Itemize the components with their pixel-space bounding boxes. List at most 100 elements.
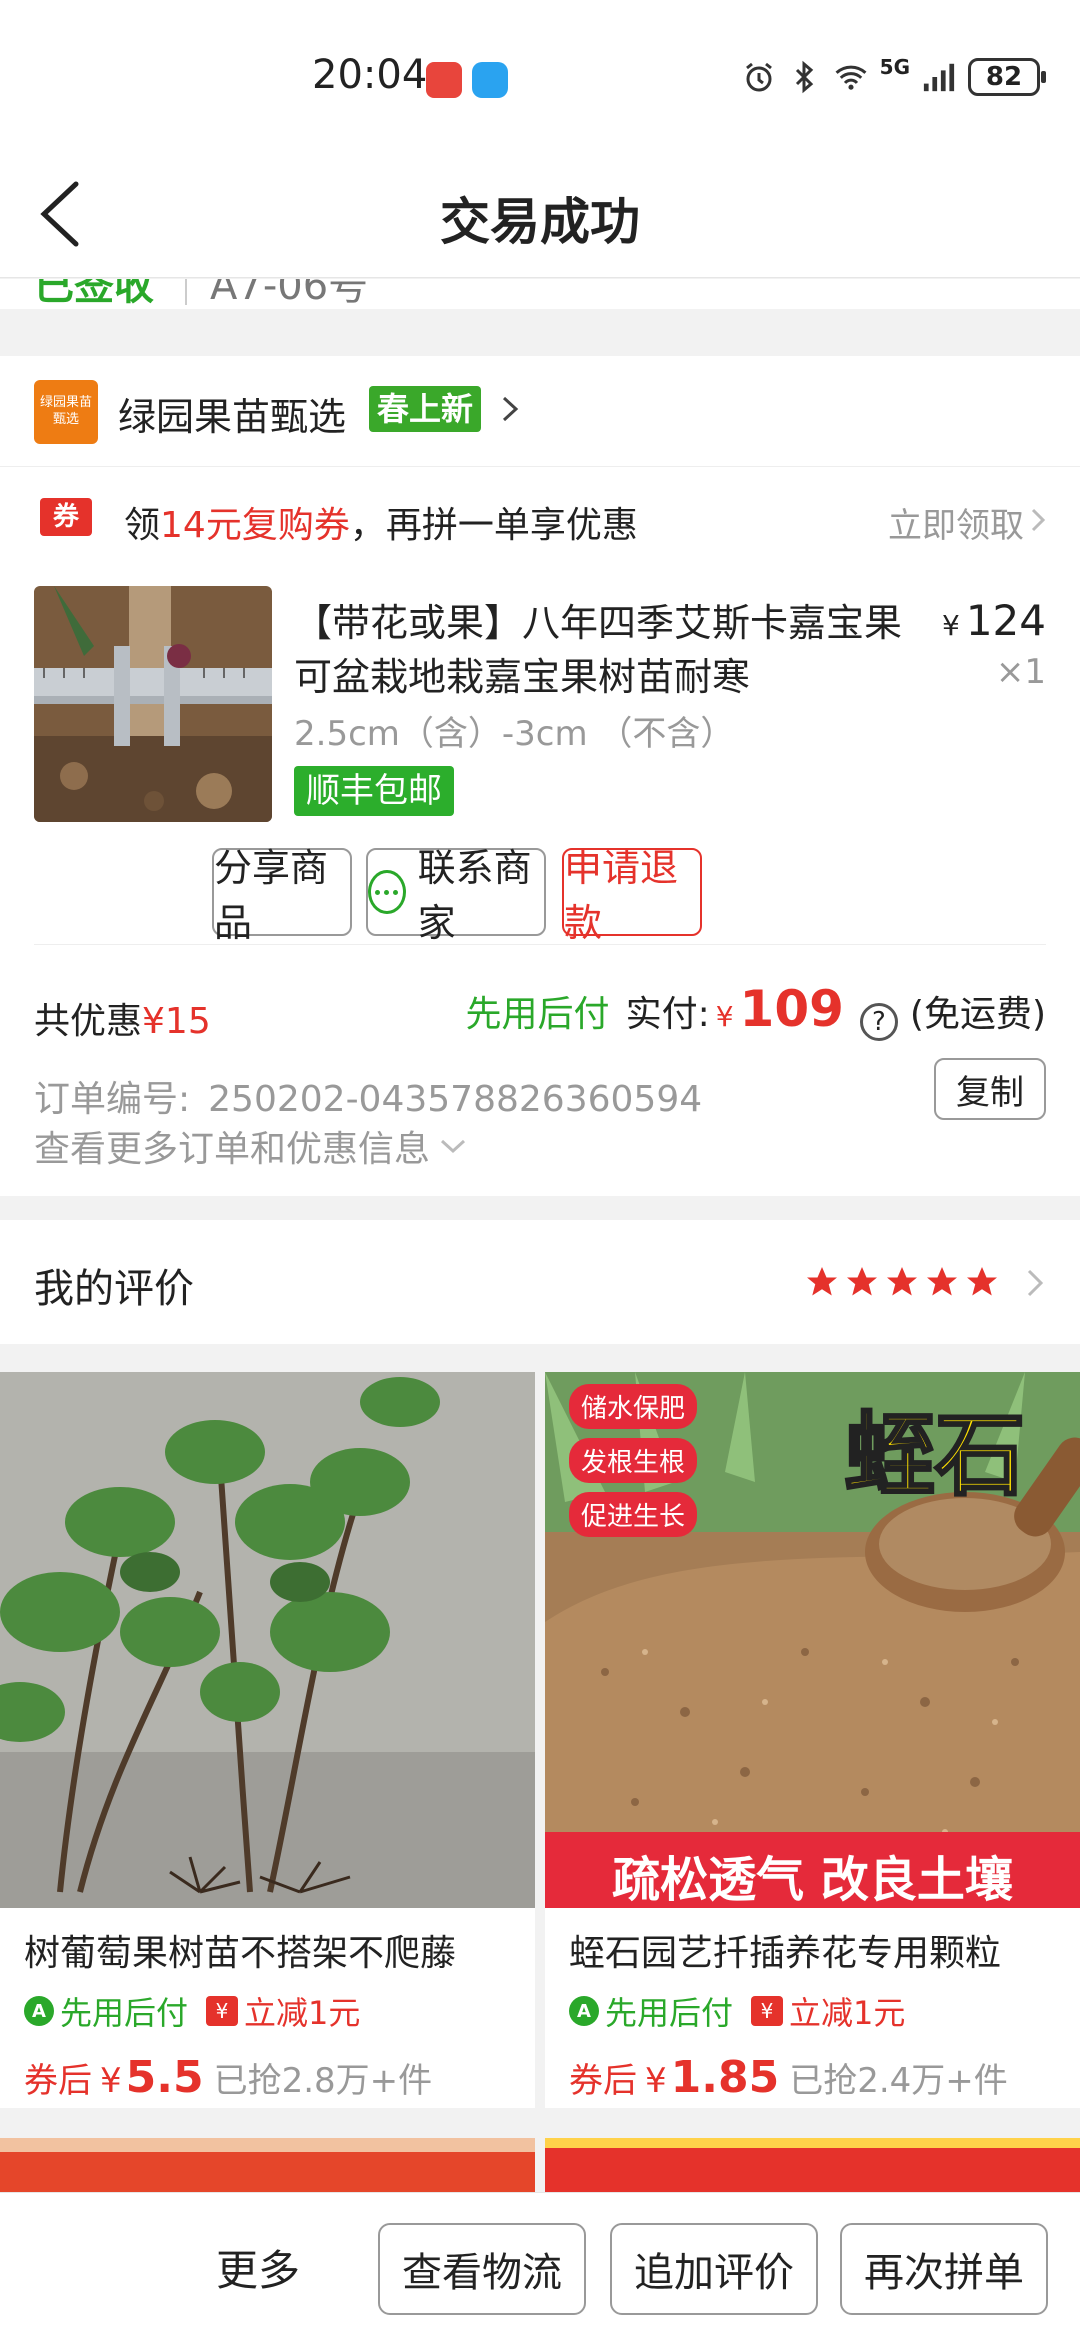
delivery-status: 已签收 [34,279,154,309]
recommendation-price: 券后 ¥5.5 已抢2.8万+件 [24,2052,432,2103]
price-prefix: 券后 [569,2061,637,2101]
total-discount: 共优惠¥15 [34,992,211,1044]
chevron-right-icon [502,396,519,422]
recommendation-title: 蛭石园艺扦插养花专用颗粒 [569,1933,1002,1974]
claim-coupon-button[interactable]: 立即领取 [888,498,1024,547]
logistics-strip[interactable]: 已签收 A7-06号 [0,279,1080,309]
sold-count: 已抢2.8万+件 [213,2061,433,2101]
bluetooth-icon [788,60,822,94]
order-number: 订单编号: 250202-043578826360594 [34,1070,702,1122]
pay-later-icon: A [24,1996,54,2026]
contact-label: 联系商家 [417,846,532,945]
pay-later-tag: A 先用后付 [569,1988,733,2034]
shop-row[interactable]: 绿园果苗甄选 绿园果苗甄选 春上新 [0,356,1080,466]
paid-amount: 109 [739,980,844,1038]
product-image[interactable] [0,1372,535,1908]
pay-later-icon: A [569,1996,599,2026]
coupon-icon: ¥ [751,1996,784,2026]
paid-label: 实付: [625,994,710,1035]
coupon-amount: 14元复购券 [160,505,350,546]
my-review-row[interactable]: 我的评价 [0,1220,1080,1344]
share-label: 分享商品 [214,846,329,945]
currency-symbol: ¥ [100,2061,122,2101]
coupon-row[interactable]: 券 领14元复购券，再拼一单享优惠 立即领取 [0,466,1080,566]
product-item[interactable]: 【带花或果】八年四季艾斯卡嘉宝果可盆栽地栽嘉宝果树苗耐寒 ¥124 ×1 2.5… [0,566,1080,826]
refund-label: 申请退款 [564,846,679,945]
chevron-right-icon [1031,508,1046,532]
product-pill: 储水保肥 [569,1384,698,1429]
order-number-row: 订单编号: 250202-043578826360594 复制 [0,1056,1080,1126]
more-order-info-link[interactable]: 查看更多订单和优惠信息 [34,1120,468,1172]
contact-seller-button[interactable]: 联系商家 [366,846,546,945]
page-title: 交易成功 [440,193,640,251]
divider [34,944,1046,945]
price-value: 1.85 [670,2052,780,2103]
pay-later-label: 先用后付 [465,994,610,1035]
chevron-down-icon [441,1139,466,1154]
recommendation-tags: A 先用后付 ¥ 立减1元 [569,1988,905,2034]
request-refund-button[interactable]: 申请退款 [562,846,702,945]
recommendation-grid: 树葡萄果树苗不搭架不爬藤 A 先用后付 ¥ 立减1元 券后 ¥5.5 已抢2.8万+件 … [0,1372,1080,2198]
wifi-icon [834,60,868,94]
bottom-action-bar: 更多 查看物流 追加评价 再次拼单 [0,2192,1080,2340]
paid-amount-group: 先用后付 实付: ¥ 109 ? (免运费) [465,980,1046,1041]
recommendation-card-peek[interactable] [0,2138,535,2198]
recommendation-tags: A 先用后付 ¥ 立减1元 [24,1988,360,2034]
more-info-label: 查看更多订单和优惠信息 [34,1129,431,1170]
discount-value: ¥15 [142,1001,211,1042]
locker-number: A7-06号 [210,279,369,309]
signal-icon [922,60,956,94]
product-image[interactable]: 蛭石 储水保肥 发根生根 促进生长 疏松透气 改良土壤 [545,1372,1080,1908]
currency-symbol: ¥ [942,609,960,642]
tag-label: 立减1元 [789,1994,906,2032]
product-banner-title: 蛭石 [844,1402,1027,1510]
price-value: 5.5 [125,2052,204,2103]
coupon-icon: 券 [40,498,92,536]
tag-label: 先用后付 [60,1994,189,2032]
recommendation-price: 券后 ¥1.85 已抢2.4万+件 [569,2052,1008,2103]
star-icon [807,1267,837,1296]
nav-bar: 交易成功 [0,150,1080,278]
product-quantity: ×1 [995,652,1046,692]
order-number-value: 250202-043578826360594 [208,1079,703,1120]
coupon-icon: ¥ [206,1996,239,2026]
discount-label: 共优惠 [34,1001,143,1042]
review-label: 我的评价 [34,1266,194,1312]
shop-logo: 绿园果苗甄选 [34,380,98,444]
star-icon [887,1267,917,1296]
star-icon [967,1267,997,1296]
order-number-label: 订单编号: [34,1079,191,1120]
rating-stars [804,1264,1000,1300]
shipping-note: (免运费) [909,994,1046,1035]
more-button[interactable]: 更多 [216,2237,300,2298]
network-type: 5G [879,55,910,79]
discount-tag: ¥ 立减1元 [751,1988,905,2034]
star-icon [847,1267,877,1296]
product-thumbnail[interactable] [34,586,272,822]
status-icons: 5G 82 [742,55,1046,96]
sold-count: 已抢2.4万+件 [789,2061,1008,2101]
help-icon[interactable]: ? [859,1003,898,1041]
share-product-button[interactable]: 分享商品 [212,846,352,945]
huawei-app-icon [426,62,462,98]
add-review-button[interactable]: 追加评价 [610,2223,818,2315]
recommendation-card[interactable]: 蛭石 储水保肥 发根生根 促进生长 疏松透气 改良土壤 蛭石园艺扦插养花专用颗粒… [545,1372,1080,2108]
product-price: ¥124 [942,596,1046,645]
shop-tag: 春上新 [369,386,482,432]
recommendation-card[interactable]: 树葡萄果树苗不搭架不爬藤 A 先用后付 ¥ 立减1元 券后 ¥5.5 已抢2.8万+件 [0,1372,535,2108]
tag-label: 先用后付 [605,1994,734,2032]
rebuy-button[interactable]: 再次拼单 [840,2223,1048,2315]
shipping-badge: 顺丰包邮 [294,766,454,816]
recommendation-card-peek[interactable] [545,2138,1080,2198]
payment-row: 共优惠¥15 先用后付 实付: ¥ 109 ? (免运费) [0,956,1080,1056]
price-value: 124 [965,596,1046,645]
star-icon [927,1267,957,1296]
copy-button[interactable]: 复制 [934,1058,1046,1120]
status-bar: 20:04 5G 82 [0,0,1080,150]
view-logistics-button[interactable]: 查看物流 [378,2223,586,2315]
product-banner-footer: 疏松透气 改良土壤 [612,1852,1013,1908]
battery-icon: 82 [968,58,1046,96]
order-actions: 分享商品 联系商家 申请退款 [0,836,1080,945]
shop-name: 绿园果苗甄选 [118,395,347,439]
order-card: 绿园果苗甄选 绿园果苗甄选 春上新 券 领14元复购券，再拼一单享优惠 立即领取 [0,356,1080,1196]
